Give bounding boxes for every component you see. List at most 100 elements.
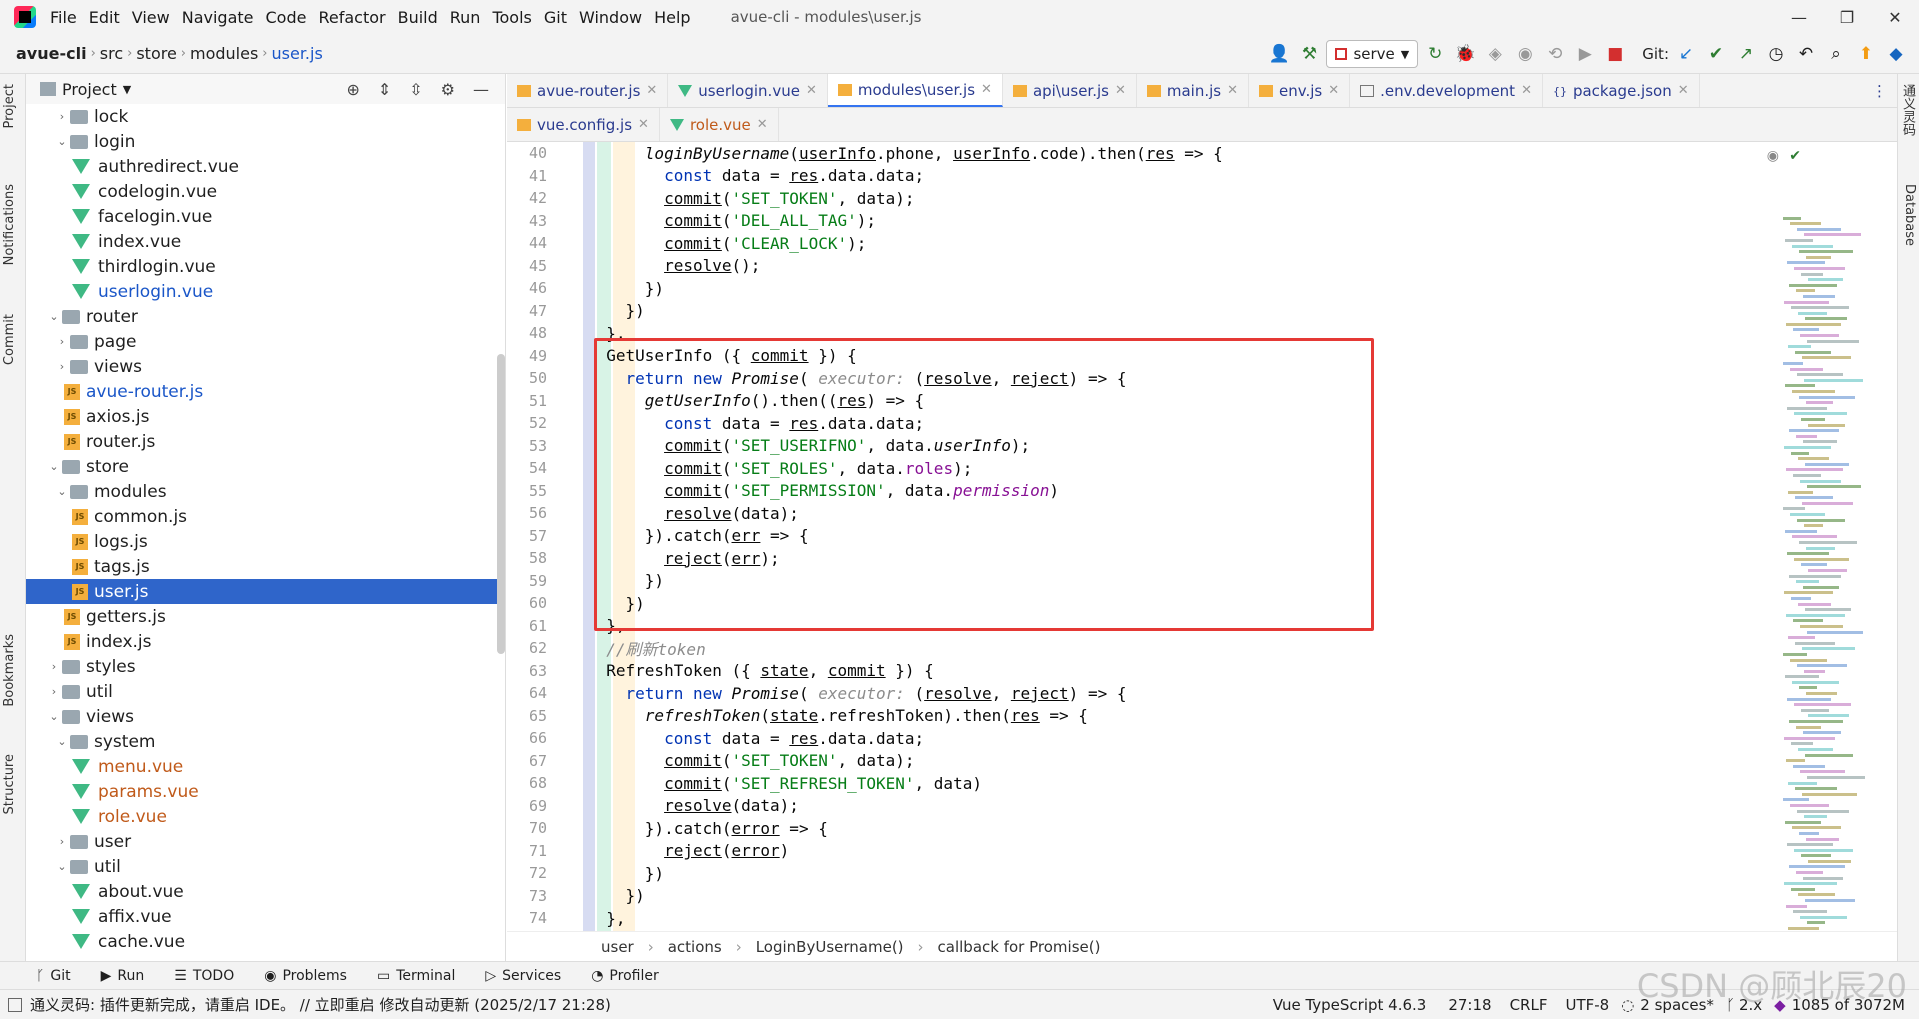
editor-tab[interactable]: .env.development ✕ xyxy=(1350,74,1543,107)
code-line[interactable]: 69 resolve(data); xyxy=(507,795,1777,818)
debug-icon[interactable]: 🐞 xyxy=(1452,41,1478,67)
status-line-separator[interactable]: CRLF xyxy=(1510,996,1548,1014)
tree-row[interactable]: › styles xyxy=(26,654,505,679)
close-tab-icon[interactable]: ✕ xyxy=(981,82,992,97)
minimize-icon[interactable]: — xyxy=(1775,0,1823,34)
line-number[interactable]: 52 xyxy=(507,414,557,432)
breadcrumb-store[interactable]: store xyxy=(132,44,180,63)
chevron-down-icon[interactable]: ⌄ xyxy=(46,460,62,473)
close-tab-icon[interactable]: ✕ xyxy=(1227,83,1238,98)
menu-run[interactable]: Run xyxy=(444,8,487,27)
code-line[interactable]: 46 }) xyxy=(507,277,1777,300)
hide-panel-icon[interactable]: — xyxy=(473,80,489,99)
tree-row[interactable]: JS tags.js xyxy=(26,554,505,579)
close-tab-icon[interactable]: ✕ xyxy=(806,83,817,98)
structure-tool-label[interactable]: Structure xyxy=(2,754,17,814)
editor-tab[interactable]: userlogin.vue ✕ xyxy=(668,74,828,107)
chevron-down-icon[interactable]: ⌄ xyxy=(54,735,70,748)
line-number[interactable]: 72 xyxy=(507,864,557,882)
menu-git[interactable]: Git xyxy=(538,8,573,27)
update-icon[interactable]: ⬆ xyxy=(1853,41,1879,67)
code-line[interactable]: 74 }, xyxy=(507,907,1777,930)
menu-window[interactable]: Window xyxy=(573,8,648,27)
code-minimap[interactable] xyxy=(1775,214,1875,1002)
tool-window-problems[interactable]: ◉ Problems xyxy=(264,968,347,984)
code-line[interactable]: 63 RefreshToken ({ state, commit }) { xyxy=(507,660,1777,683)
editor-tab[interactable]: main.js ✕ xyxy=(1137,74,1250,107)
tree-row[interactable]: index.vue xyxy=(26,229,505,254)
line-number[interactable]: 41 xyxy=(507,167,557,185)
editor-tab[interactable]: {} package.json ✕ xyxy=(1543,74,1700,107)
editor-breadcrumb-item[interactable]: callback for Promise() xyxy=(938,938,1101,956)
tree-row[interactable]: JS axios.js xyxy=(26,404,505,429)
tool-window-todo[interactable]: ☰ TODO xyxy=(174,968,234,984)
code-line[interactable]: 68 commit('SET_REFRESH_TOKEN', data) xyxy=(507,772,1777,795)
tree-row[interactable]: role.vue xyxy=(26,804,505,829)
ai-tool-label[interactable]: 通义灵码 xyxy=(1898,84,1917,136)
menu-tools[interactable]: Tools xyxy=(486,8,537,27)
tree-row[interactable]: › user xyxy=(26,829,505,854)
tree-row[interactable]: JS logs.js xyxy=(26,529,505,554)
editor-breadcrumb-item[interactable]: actions xyxy=(668,938,722,956)
line-number[interactable]: 46 xyxy=(507,279,557,297)
editor-tab[interactable]: modules\user.js ✕ xyxy=(827,74,1003,107)
code-line[interactable]: 65 refreshToken(state.refreshToken).then… xyxy=(507,705,1777,728)
line-number[interactable]: 43 xyxy=(507,212,557,230)
tree-row[interactable]: › util xyxy=(26,679,505,704)
line-number[interactable]: 67 xyxy=(507,752,557,770)
tree-row[interactable]: JS common.js xyxy=(26,504,505,529)
line-number[interactable]: 51 xyxy=(507,392,557,410)
tool-window-services[interactable]: ▷ Services xyxy=(485,968,561,984)
tree-row[interactable]: ⌄ login xyxy=(26,129,505,154)
settings-gear-icon[interactable]: ⚙ xyxy=(441,80,455,99)
line-number[interactable]: 45 xyxy=(507,257,557,275)
no-problems-icon[interactable]: ✔ xyxy=(1789,148,1801,164)
tree-row[interactable]: menu.vue xyxy=(26,754,505,779)
menu-code[interactable]: Code xyxy=(260,8,313,27)
code-line[interactable]: 73 }) xyxy=(507,885,1777,908)
chevron-right-icon[interactable]: › xyxy=(46,660,62,673)
reader-mode-icon[interactable]: ◉ xyxy=(1767,148,1779,164)
code-line[interactable]: 72 }) xyxy=(507,862,1777,885)
close-icon[interactable]: ✕ xyxy=(1871,0,1919,34)
code-line[interactable]: 64 return new Promise( executor: (resolv… xyxy=(507,682,1777,705)
code-line[interactable]: 71 reject(error) xyxy=(507,840,1777,863)
tree-row[interactable]: JS router.js xyxy=(26,429,505,454)
menu-edit[interactable]: Edit xyxy=(83,8,126,27)
line-number[interactable]: 50 xyxy=(507,369,557,387)
line-number[interactable]: 64 xyxy=(507,684,557,702)
tree-row[interactable]: JS getters.js xyxy=(26,604,505,629)
close-tab-icon[interactable]: ✕ xyxy=(646,83,657,98)
breadcrumb-file[interactable]: user.js xyxy=(268,44,327,63)
code-line[interactable]: 42 commit('SET_TOKEN', data); xyxy=(507,187,1777,210)
code-line[interactable]: 67 commit('SET_TOKEN', data); xyxy=(507,750,1777,773)
chevron-right-icon[interactable]: › xyxy=(54,110,70,123)
editor-tab[interactable]: env.js ✕ xyxy=(1249,74,1351,107)
history-icon[interactable]: ◷ xyxy=(1763,41,1789,67)
locate-icon[interactable]: ⊕ xyxy=(346,80,359,99)
close-tab-icon[interactable]: ✕ xyxy=(1328,83,1339,98)
chevron-right-icon[interactable]: › xyxy=(54,835,70,848)
tree-row[interactable]: ⌄ util xyxy=(26,854,505,879)
code-line[interactable]: 62 //刷新token xyxy=(507,637,1777,660)
line-number[interactable]: 53 xyxy=(507,437,557,455)
line-number[interactable]: 40 xyxy=(507,144,557,162)
collapse-all-icon[interactable]: ⇳ xyxy=(409,80,422,99)
editor-tab[interactable]: api\user.js ✕ xyxy=(1003,74,1137,107)
rerun-icon[interactable]: ↻ xyxy=(1422,41,1448,67)
editor-tab[interactable]: avue-router.js ✕ xyxy=(507,74,669,107)
stop-icon[interactable]: ■ xyxy=(1602,41,1628,67)
breadcrumb-src[interactable]: src xyxy=(96,44,127,63)
tree-row[interactable]: › lock xyxy=(26,104,505,129)
code-line[interactable]: 66 const data = res.data.data; xyxy=(507,727,1777,750)
status-position[interactable]: 27:18 xyxy=(1448,996,1491,1014)
tree-row[interactable]: ⌄ router xyxy=(26,304,505,329)
build-hammer-icon[interactable]: ⚒ xyxy=(1296,41,1322,67)
bookmarks-tool-label[interactable]: Bookmarks xyxy=(2,634,17,707)
code-line[interactable]: 44 commit('CLEAR_LOCK'); xyxy=(507,232,1777,255)
tree-row[interactable]: ⌄ store xyxy=(26,454,505,479)
maximize-icon[interactable]: ❐ xyxy=(1823,0,1871,34)
tree-row[interactable]: › views xyxy=(26,354,505,379)
tree-row[interactable]: codelogin.vue xyxy=(26,179,505,204)
rollback-icon[interactable]: ↶ xyxy=(1793,41,1819,67)
